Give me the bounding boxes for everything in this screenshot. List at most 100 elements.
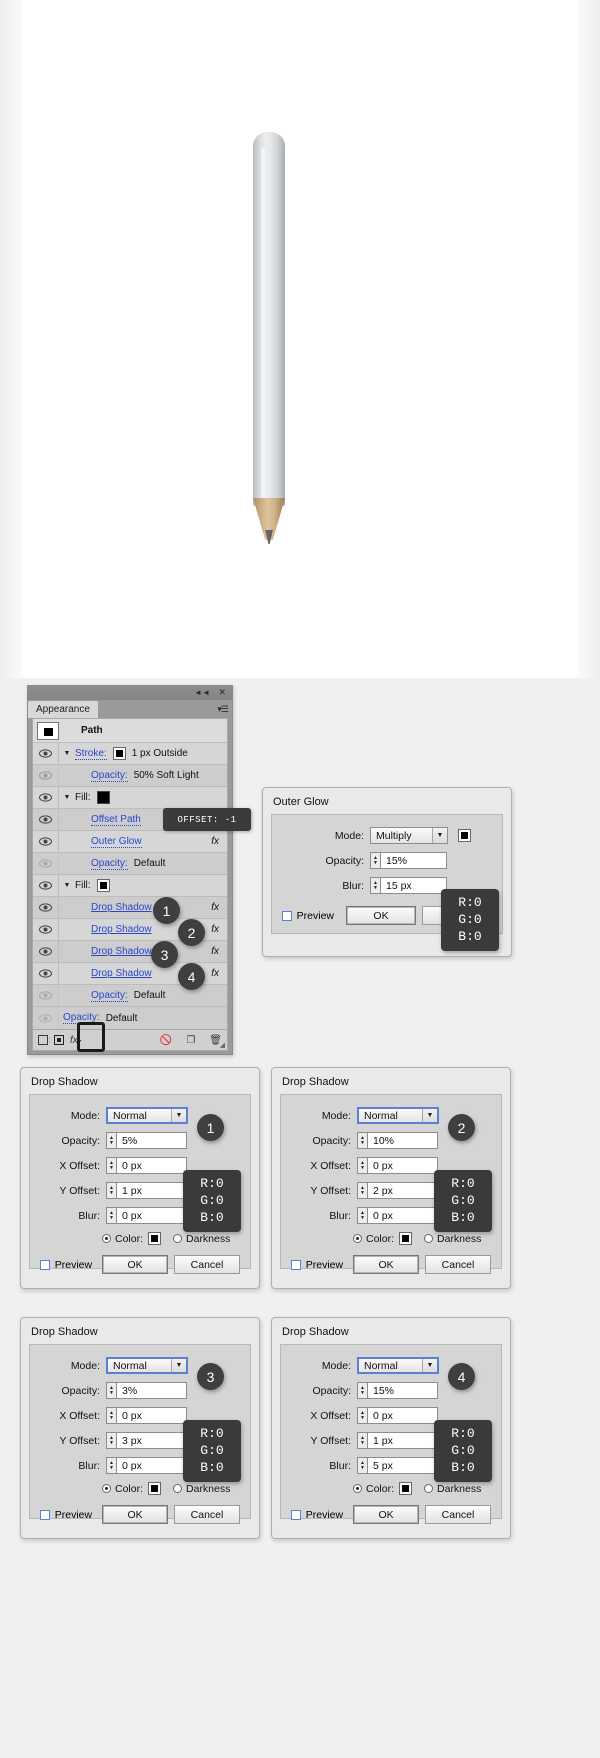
x-offset-stepper[interactable]: ▲ ▼ [106,1407,117,1424]
darkness-radio[interactable] [173,1234,183,1243]
cancel-button[interactable]: Cancel [174,1255,240,1274]
close-icon[interactable]: ✕ [218,687,226,698]
visibility-eye-icon[interactable] [33,743,59,764]
blur-stepper[interactable]: ▲ ▼ [106,1207,117,1224]
new-stroke-icon[interactable] [38,1035,48,1045]
color-radio[interactable] [102,1484,111,1493]
ok-button[interactable]: OK [353,1505,420,1524]
outer-glow-label[interactable]: Outer Glow [91,836,142,848]
opacity-label[interactable]: Opacity: [91,770,128,782]
fill-label[interactable]: Fill: [75,880,91,891]
color-radio-option[interactable]: Color: [353,1483,394,1495]
x-offset-stepper[interactable]: ▲ ▼ [106,1157,117,1174]
visibility-eye-icon[interactable] [33,809,59,830]
cancel-button[interactable]: Cancel [425,1255,491,1274]
opacity-stepper[interactable]: ▲ ▼ [357,1132,368,1149]
collapse-arrows-icon[interactable]: ◄◄ [194,688,210,698]
visibility-eye-icon[interactable] [33,831,59,852]
x-offset-input[interactable]: 0 px [117,1157,187,1174]
blur-input[interactable]: 15 px [381,877,447,894]
fx-icon[interactable]: fx [211,968,219,979]
disclosure-triangle-icon[interactable]: ▼ [59,882,75,889]
opacity-stepper[interactable]: ▲ ▼ [370,852,381,869]
blur-stepper[interactable]: ▲ ▼ [357,1207,368,1224]
chevron-down-icon[interactable]: ▼ [171,1109,186,1122]
ok-button[interactable]: OK [353,1255,420,1274]
opacity-stepper[interactable]: ▲ ▼ [357,1382,368,1399]
blur-stepper[interactable]: ▲ ▼ [106,1457,117,1474]
darkness-radio[interactable] [424,1234,434,1243]
x-offset-input[interactable]: 0 px [117,1407,187,1424]
mode-select[interactable]: Normal ▼ [106,1107,188,1124]
fx-icon[interactable]: fx [211,946,219,957]
disclosure-triangle-icon[interactable]: ▼ [59,750,75,757]
appearance-row-root-opacity[interactable]: Opacity: Default [33,1007,227,1029]
fx-dropdown-icon[interactable]: fx▾ [70,1035,81,1046]
shadow-color-swatch[interactable] [399,1232,413,1245]
opacity-input[interactable]: 3% [117,1382,187,1399]
visibility-eye-icon[interactable] [33,875,59,896]
darkness-radio-option[interactable]: Darkness [173,1233,230,1245]
visibility-eye-icon[interactable] [33,853,59,874]
duplicate-item-icon[interactable]: ❐ [186,1035,195,1046]
y-offset-input[interactable]: 1 px [368,1432,438,1449]
visibility-eye-icon[interactable] [33,1007,59,1029]
y-offset-input[interactable]: 3 px [117,1432,187,1449]
opacity-input[interactable]: 10% [368,1132,438,1149]
visibility-eye-icon[interactable] [33,963,59,984]
darkness-radio[interactable] [173,1484,183,1493]
appearance-row-stroke[interactable]: ▼ Stroke: 1 px Outside [33,743,227,765]
y-offset-stepper[interactable]: ▲ ▼ [106,1182,117,1199]
darkness-radio-option[interactable]: Darkness [424,1483,481,1495]
opacity-input[interactable]: 5% [117,1132,187,1149]
new-fill-icon[interactable] [54,1035,64,1045]
clear-appearance-icon[interactable]: 🚫 [160,1035,172,1046]
shadow-color-swatch[interactable] [148,1482,162,1495]
chevron-down-icon[interactable]: ▼ [422,1359,437,1372]
opacity-input[interactable]: 15% [381,852,447,869]
chevron-down-icon[interactable]: ▼ [432,828,447,843]
preview-checkbox[interactable] [282,910,292,921]
darkness-radio-option[interactable]: Darkness [424,1233,481,1245]
visibility-eye-icon[interactable] [33,985,59,1006]
appearance-row-outer-glow[interactable]: Outer Glow fx [33,831,227,853]
drop-shadow-label[interactable]: Drop Shadow [91,968,152,979]
appearance-row-stroke-opacity[interactable]: Opacity: 50% Soft Light [33,765,227,787]
x-offset-input[interactable]: 0 px [368,1407,438,1424]
glow-color-swatch[interactable] [458,829,471,842]
opacity-input[interactable]: 15% [368,1382,438,1399]
blur-input[interactable]: 5 px [368,1457,438,1474]
stroke-color-swatch[interactable] [112,747,126,760]
y-offset-stepper[interactable]: ▲ ▼ [106,1432,117,1449]
cancel-button[interactable]: Cancel [425,1505,491,1524]
chevron-down-icon[interactable]: ▼ [422,1109,437,1122]
drop-shadow-label[interactable]: Drop Shadow [91,946,152,957]
drop-shadow-label[interactable]: Drop Shadow [91,924,152,935]
offset-path-label[interactable]: Offset Path [91,814,141,826]
opacity-stepper[interactable]: ▲ ▼ [106,1132,117,1149]
cancel-button[interactable]: Cancel [174,1505,240,1524]
ok-button[interactable]: OK [346,906,416,925]
resize-grip-icon[interactable]: ◢ [220,1041,225,1049]
appearance-row-drop-shadow-1[interactable]: Drop Shadow fx [33,897,227,919]
appearance-row-fill1-opacity[interactable]: Opacity: Default [33,853,227,875]
blur-input[interactable]: 0 px [117,1457,187,1474]
visibility-eye-icon[interactable] [33,919,59,940]
y-offset-input[interactable]: 1 px [117,1182,187,1199]
appearance-row-fill-2[interactable]: ▼ Fill: [33,875,227,897]
shadow-color-swatch[interactable] [148,1232,162,1245]
panel-menu-icon[interactable]: ▾☰ [217,704,229,715]
color-radio-option[interactable]: Color: [102,1483,143,1495]
y-offset-stepper[interactable]: ▲ ▼ [357,1432,368,1449]
color-radio-option[interactable]: Color: [102,1233,143,1245]
appearance-row-path[interactable]: Path [33,719,227,743]
y-offset-stepper[interactable]: ▲ ▼ [357,1182,368,1199]
drop-shadow-label[interactable]: Drop Shadow [91,902,152,913]
shadow-color-swatch[interactable] [399,1482,413,1495]
x-offset-stepper[interactable]: ▲ ▼ [357,1407,368,1424]
darkness-radio-option[interactable]: Darkness [173,1483,230,1495]
fill-color-swatch[interactable] [96,791,110,804]
x-offset-input[interactable]: 0 px [368,1157,438,1174]
mode-select[interactable]: Normal ▼ [357,1107,439,1124]
visibility-eye-icon[interactable] [33,941,59,962]
